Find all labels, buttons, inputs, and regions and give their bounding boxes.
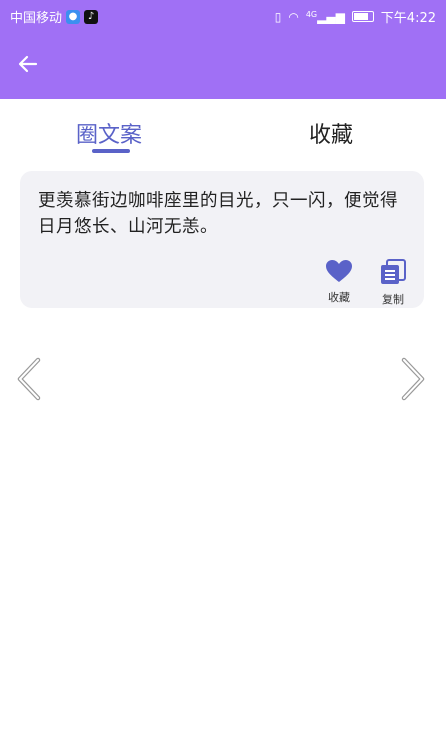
vibrate-icon: ▯ — [274, 9, 282, 24]
status-bar: 中国移动 ● ♪ ▯ ◠ 4G▂▄▆ 下午4:22 — [0, 0, 446, 32]
next-button[interactable] — [398, 357, 428, 401]
favorite-button[interactable]: 收藏 — [319, 259, 359, 305]
tab-quotes[interactable]: 圈文案 — [76, 117, 142, 149]
copy-button[interactable]: 复制 — [373, 259, 413, 307]
copy-label: 复制 — [382, 293, 404, 306]
heart-icon — [326, 260, 352, 282]
wifi-icon: ◠ — [288, 9, 299, 24]
arrow-left-icon — [18, 55, 38, 73]
chevron-left-icon — [17, 357, 41, 401]
back-button[interactable] — [14, 51, 44, 77]
browser-notification-icon: ● — [66, 9, 81, 24]
copy-icon — [381, 259, 406, 284]
active-tab-indicator — [92, 149, 130, 153]
tab-bar: 圈文案 收藏 — [0, 99, 446, 161]
signal-icon: 4G▂▄▆ — [305, 9, 345, 24]
tiktok-notification-icon: ♪ — [84, 9, 99, 24]
app-header: 中国移动 ● ♪ ▯ ◠ 4G▂▄▆ 下午4:22 — [0, 0, 446, 99]
favorite-label: 收藏 — [328, 291, 350, 304]
quote-text: 更羡慕街边咖啡座里的目光，只一闪，便觉得日月悠长、山河无恙。 — [38, 191, 398, 237]
chevron-right-icon — [401, 357, 425, 401]
status-time: 下午4:22 — [380, 11, 436, 26]
carrier-name: 中国移动 — [10, 11, 63, 26]
previous-button[interactable] — [14, 357, 44, 401]
battery-icon — [351, 11, 374, 22]
tab-favorites[interactable]: 收藏 — [309, 117, 353, 149]
quote-card: 更羡慕街边咖啡座里的目光，只一闪，便觉得日月悠长、山河无恙。 收藏 复制 — [20, 171, 424, 308]
